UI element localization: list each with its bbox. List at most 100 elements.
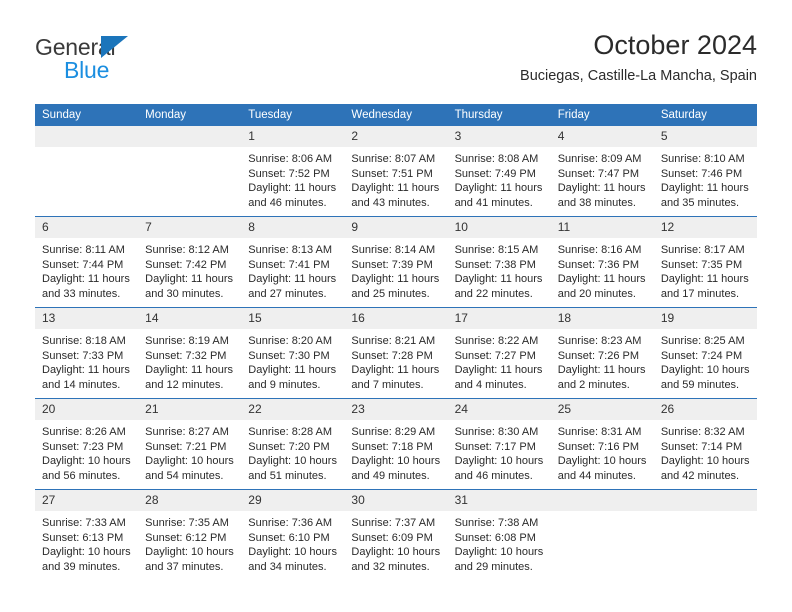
calendar-day-cell[interactable]: 12 Sunrise: 8:17 AM Sunset: 7:35 PM Dayligh… <box>653 216 757 308</box>
daylight-duration-line2: and 34 minutes. <box>248 560 327 573</box>
day-details: Sunrise: 7:33 AM Sunset: 6:13 PM Daylight:… <box>35 511 138 574</box>
calendar-day-cell[interactable]: 22 Sunrise: 8:28 AM Sunset: 7:20 PM Dayligh… <box>241 398 345 490</box>
weekday-header-row: Sunday Monday Tuesday Wednesday Thursday… <box>35 104 757 126</box>
day-number: 30 <box>344 490 448 511</box>
calendar-day-cell[interactable]: 31 Sunrise: 7:38 AM Sunset: 6:08 PM Dayligh… <box>447 489 551 580</box>
calendar-day-cell[interactable]: 20 Sunrise: 8:26 AM Sunset: 7:23 PM Dayligh… <box>35 398 139 490</box>
calendar-day-cell[interactable]: 23 Sunrise: 8:29 AM Sunset: 7:18 PM Dayligh… <box>344 398 448 490</box>
day-number: 6 <box>35 217 139 238</box>
day-details: Sunrise: 7:35 AM Sunset: 6:12 PM Daylight:… <box>138 511 241 574</box>
day-details: Sunrise: 8:29 AM Sunset: 7:18 PM Daylight:… <box>344 420 447 483</box>
daylight-duration-line1: Daylight: 11 hours <box>557 364 646 377</box>
daylight-duration-line2: and 46 minutes. <box>454 469 533 482</box>
daylight-duration-line1: Daylight: 10 hours <box>248 546 337 559</box>
sunset-time: Sunset: 6:12 PM <box>145 531 227 544</box>
daylight-duration-line1: Daylight: 10 hours <box>660 364 750 377</box>
daylight-duration-line1: Daylight: 10 hours <box>248 455 337 468</box>
sunset-time: Sunset: 7:16 PM <box>557 440 640 453</box>
day-details: Sunrise: 8:12 AM Sunset: 7:42 PM Daylight:… <box>138 238 241 301</box>
calendar-day-cell[interactable]: 27 Sunrise: 7:33 AM Sunset: 6:13 PM Dayligh… <box>35 489 139 580</box>
sunrise-time: Sunrise: 8:09 AM <box>557 153 642 165</box>
sunset-time: Sunset: 7:27 PM <box>454 349 536 362</box>
calendar-day-cell[interactable]: 21 Sunrise: 8:27 AM Sunset: 7:21 PM Dayligh… <box>138 398 242 490</box>
daylight-duration-line1: Daylight: 11 hours <box>660 273 749 286</box>
sunset-time: Sunset: 6:13 PM <box>42 531 124 544</box>
day-number: 27 <box>35 490 139 511</box>
sunrise-time: Sunrise: 8:31 AM <box>557 426 642 438</box>
sunrise-time: Sunrise: 8:06 AM <box>248 153 333 165</box>
daylight-duration-line1: Daylight: 11 hours <box>557 182 646 195</box>
day-number: 28 <box>138 490 242 511</box>
daylight-duration-line1: Daylight: 10 hours <box>351 455 441 468</box>
calendar-body: 1 Sunrise: 8:06 AM Sunset: 7:52 PM Daylight… <box>35 126 757 580</box>
calendar-day-cell[interactable]: 1 Sunrise: 8:06 AM Sunset: 7:52 PM Daylight… <box>241 126 345 217</box>
day-number <box>138 126 242 147</box>
sunrise-sunset-calendar-table: Sunday Monday Tuesday Wednesday Thursday… <box>35 104 757 580</box>
calendar-day-cell[interactable]: 14 Sunrise: 8:19 AM Sunset: 7:32 PM Dayligh… <box>138 307 242 399</box>
logo-text-blue: Blue <box>64 57 110 83</box>
sunrise-time: Sunrise: 7:33 AM <box>42 517 126 529</box>
calendar-day-cell[interactable]: 28 Sunrise: 7:35 AM Sunset: 6:12 PM Dayligh… <box>138 489 242 580</box>
calendar-day-cell[interactable]: 7 Sunrise: 8:12 AM Sunset: 7:42 PM Daylight… <box>138 216 242 308</box>
calendar-day-cell[interactable]: 11 Sunrise: 8:16 AM Sunset: 7:36 PM Dayligh… <box>550 216 654 308</box>
calendar-day-cell[interactable]: 9 Sunrise: 8:14 AM Sunset: 7:39 PM Daylight… <box>344 216 448 308</box>
calendar-day-cell[interactable]: 19 Sunrise: 8:25 AM Sunset: 7:24 PM Dayligh… <box>653 307 757 399</box>
day-details: Sunrise: 8:19 AM Sunset: 7:32 PM Daylight:… <box>138 329 241 392</box>
day-number: 10 <box>447 217 551 238</box>
day-number: 11 <box>550 217 654 238</box>
daylight-duration-line1: Daylight: 11 hours <box>42 273 130 286</box>
day-number: 21 <box>138 399 242 420</box>
calendar-day-cell[interactable]: 25 Sunrise: 8:31 AM Sunset: 7:16 PM Dayligh… <box>550 398 654 490</box>
sunrise-time: Sunrise: 8:16 AM <box>557 244 642 256</box>
daylight-duration-line2: and 17 minutes. <box>660 287 740 300</box>
sunset-time: Sunset: 7:20 PM <box>248 440 330 453</box>
calendar-day-cell[interactable]: 29 Sunrise: 7:36 AM Sunset: 6:10 PM Dayligh… <box>241 489 345 580</box>
calendar-day-cell-empty <box>653 489 757 580</box>
day-number: 23 <box>344 399 448 420</box>
calendar-day-cell[interactable]: 30 Sunrise: 7:37 AM Sunset: 6:09 PM Dayligh… <box>344 489 448 580</box>
daylight-duration-line1: Daylight: 10 hours <box>660 455 750 468</box>
day-number <box>653 490 757 511</box>
calendar-day-cell[interactable]: 18 Sunrise: 8:23 AM Sunset: 7:26 PM Dayligh… <box>550 307 654 399</box>
masthead: General Blue October 2024 Buciegas, Cast… <box>35 28 757 98</box>
sunrise-time: Sunrise: 8:25 AM <box>660 335 745 347</box>
calendar-day-cell[interactable]: 4 Sunrise: 8:09 AM Sunset: 7:47 PM Daylight… <box>550 126 654 217</box>
calendar-day-cell[interactable]: 16 Sunrise: 8:21 AM Sunset: 7:28 PM Dayligh… <box>344 307 448 399</box>
calendar-day-cell[interactable]: 2 Sunrise: 8:07 AM Sunset: 7:51 PM Daylight… <box>344 126 448 217</box>
day-number: 31 <box>447 490 551 511</box>
sunrise-time: Sunrise: 8:29 AM <box>351 426 436 438</box>
calendar-day-cell[interactable]: 26 Sunrise: 8:32 AM Sunset: 7:14 PM Dayligh… <box>653 398 757 490</box>
day-details: Sunrise: 8:08 AM Sunset: 7:49 PM Daylight:… <box>448 147 551 210</box>
calendar-day-cell[interactable]: 13 Sunrise: 8:18 AM Sunset: 7:33 PM Dayligh… <box>35 307 139 399</box>
calendar-day-cell[interactable]: 24 Sunrise: 8:30 AM Sunset: 7:17 PM Dayligh… <box>447 398 551 490</box>
calendar-day-cell[interactable]: 10 Sunrise: 8:15 AM Sunset: 7:38 PM Dayligh… <box>447 216 551 308</box>
calendar-day-cell[interactable]: 3 Sunrise: 8:08 AM Sunset: 7:49 PM Daylight… <box>447 126 551 217</box>
calendar-day-cell[interactable]: 15 Sunrise: 8:20 AM Sunset: 7:30 PM Dayligh… <box>241 307 345 399</box>
day-details: Sunrise: 8:28 AM Sunset: 7:20 PM Daylight:… <box>241 420 344 483</box>
general-blue-logo[interactable]: General Blue <box>35 34 225 90</box>
daylight-duration-line1: Daylight: 10 hours <box>351 546 441 559</box>
sunset-time: Sunset: 7:30 PM <box>248 349 330 362</box>
calendar-day-cell[interactable]: 5 Sunrise: 8:10 AM Sunset: 7:46 PM Daylight… <box>653 126 757 217</box>
day-number <box>35 126 139 147</box>
day-details: Sunrise: 7:37 AM Sunset: 6:09 PM Daylight:… <box>344 511 447 574</box>
day-number: 20 <box>35 399 139 420</box>
day-number: 26 <box>653 399 757 420</box>
daylight-duration-line2: and 30 minutes. <box>145 287 224 300</box>
calendar-day-cell[interactable]: 6 Sunrise: 8:11 AM Sunset: 7:44 PM Daylight… <box>35 216 139 308</box>
day-number: 16 <box>344 308 448 329</box>
calendar-day-cell-empty <box>550 489 654 580</box>
sunset-time: Sunset: 7:46 PM <box>660 167 743 180</box>
calendar-day-cell[interactable]: 8 Sunrise: 8:13 AM Sunset: 7:41 PM Daylight… <box>241 216 345 308</box>
day-number: 25 <box>550 399 654 420</box>
sunset-time: Sunset: 7:42 PM <box>145 258 227 271</box>
sunrise-time: Sunrise: 8:27 AM <box>145 426 229 438</box>
sunrise-time: Sunrise: 8:32 AM <box>660 426 745 438</box>
sunrise-time: Sunrise: 8:18 AM <box>42 335 126 347</box>
calendar-day-cell[interactable]: 17 Sunrise: 8:22 AM Sunset: 7:27 PM Dayligh… <box>447 307 551 399</box>
sunrise-time: Sunrise: 7:36 AM <box>248 517 333 529</box>
daylight-duration-line2: and 7 minutes. <box>351 378 424 391</box>
day-details: Sunrise: 8:27 AM Sunset: 7:21 PM Daylight:… <box>138 420 241 483</box>
daylight-duration-line2: and 22 minutes. <box>454 287 533 300</box>
sunrise-time: Sunrise: 8:20 AM <box>248 335 333 347</box>
